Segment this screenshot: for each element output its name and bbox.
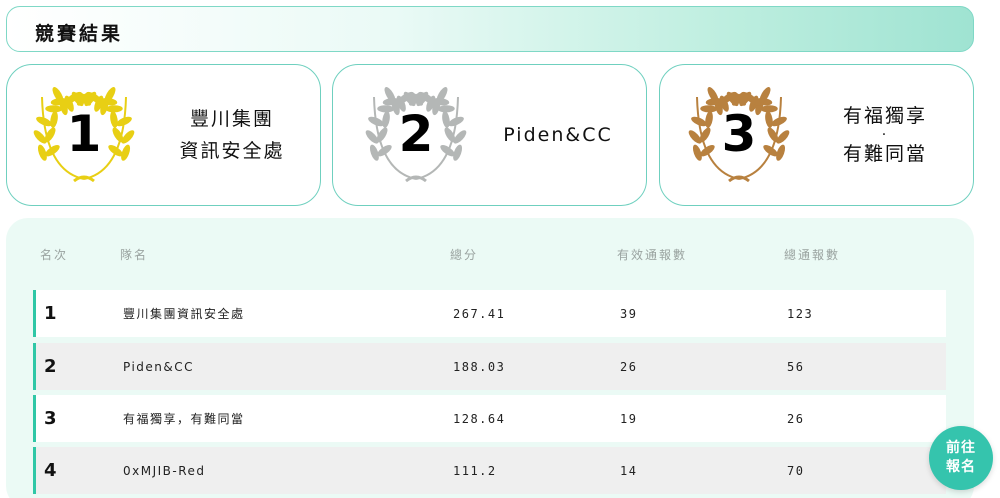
laurel-wreath-bronze-icon: 3	[676, 87, 802, 185]
podium-card-third: 3 有福獨享 · 有難同當	[659, 64, 974, 206]
row-valid-reports: 39	[620, 306, 638, 321]
go-register-button[interactable]: 前往 報名	[929, 426, 993, 490]
column-header-score: 總分	[450, 248, 479, 262]
row-valid-reports: 14	[620, 463, 638, 478]
podium-team-name: 豐川集團 資訊安全處	[157, 65, 307, 205]
row-total-reports: 70	[787, 463, 805, 478]
row-team: Piden&CC	[123, 359, 195, 374]
row-score: 267.41	[453, 306, 506, 321]
podium-team-name-separator: ·	[881, 127, 889, 143]
table-row: 1 豐川集團資訊安全處 267.41 39 123	[33, 290, 946, 337]
podium-team-name-line: 資訊安全處	[179, 140, 285, 162]
row-rank: 4	[44, 460, 57, 481]
row-score: 128.64	[453, 411, 506, 426]
table-row: 3 有福獨享，有難同當 128.64 19 26	[33, 395, 946, 442]
row-total-reports: 26	[787, 411, 805, 426]
laurel-wreath-gold-icon: 1	[21, 87, 147, 185]
row-valid-reports: 19	[620, 411, 638, 426]
register-button-label-line1: 前往	[946, 440, 976, 456]
row-score: 111.2	[453, 463, 497, 478]
row-team: 豐川集團資訊安全處	[123, 307, 245, 321]
row-total-reports: 123	[787, 306, 814, 321]
table-row: 2 Piden&CC 188.03 26 56	[33, 343, 946, 390]
column-header-total-reports: 總通報數	[784, 248, 841, 262]
row-team: 有福獨享，有難同當	[123, 412, 245, 426]
podium-team-name-line: 豐川集團	[189, 108, 274, 130]
row-valid-reports: 26	[620, 359, 638, 374]
podium-team-name: Piden&CC	[483, 65, 633, 205]
podium-rank: 2	[398, 105, 434, 163]
row-team: 0xMJIB-Red	[123, 463, 206, 478]
column-header-team: 隊名	[120, 248, 149, 262]
column-header-rank: 名次	[40, 248, 69, 262]
podium-rank: 3	[721, 105, 757, 163]
podium-card-second: 2 Piden&CC	[332, 64, 647, 206]
table-row: 4 0xMJIB-Red 111.2 14 70	[33, 447, 946, 494]
row-score: 188.03	[453, 359, 506, 374]
page-title: 競賽結果	[35, 23, 124, 45]
podium-rank: 1	[66, 105, 102, 163]
row-rank: 3	[44, 408, 57, 429]
podium-team-name-line: 有難同當	[842, 143, 927, 165]
podium-team-name-line: 有福獨享	[842, 105, 927, 127]
podium-card-first: 1 豐川集團 資訊安全處	[6, 64, 321, 206]
row-rank: 2	[44, 356, 57, 377]
laurel-wreath-silver-icon: 2	[353, 87, 479, 185]
column-header-valid-reports: 有效通報數	[617, 248, 688, 262]
register-button-label-line2: 報名	[946, 459, 976, 475]
section-title-bar: 競賽結果	[6, 6, 974, 52]
row-rank: 1	[44, 303, 57, 324]
podium-team-name-line: Piden&CC	[503, 124, 613, 146]
row-total-reports: 56	[787, 359, 805, 374]
podium-team-name: 有福獨享 · 有難同當	[810, 65, 960, 205]
